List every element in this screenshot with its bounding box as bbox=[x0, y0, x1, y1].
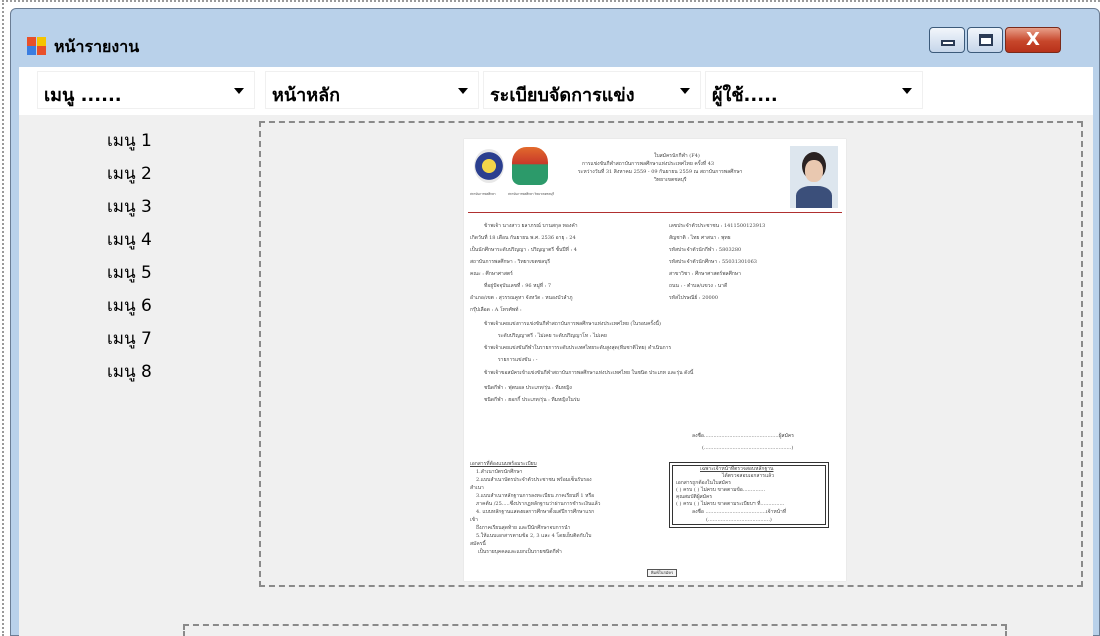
documents-line: 4. แบบหลักฐานแสดงผลการศึกษาตั้งแต่ปีการศ… bbox=[476, 509, 595, 515]
documents-line: 2.แบบสำเนาบัตรประจำตัวประชาชน พร้อมเซ็นร… bbox=[476, 477, 592, 483]
officer-line: ได้ตรวจสอบเอกสารแล้ว bbox=[722, 473, 775, 479]
sidebar-item-menu-3[interactable]: เมนู 3 bbox=[107, 193, 152, 220]
field-blood: กรุ๊ปเลือด : A โทรศัพท์ : bbox=[470, 307, 522, 313]
field-postal: รหัสไปรษณีย์ : 20000 bbox=[669, 295, 719, 301]
documents-heading: เอกสารที่ต้องแนบพร้อมระเบียบ bbox=[470, 461, 537, 467]
field-birth: เกิดวันที่ 18 เดือน กันยายน พ.ศ. 2536 อา… bbox=[470, 235, 576, 241]
minimize-button[interactable] bbox=[929, 27, 965, 53]
field-athlete-id: รหัสประจำตัวนักกีฬา : 5803280 bbox=[669, 247, 742, 253]
app-icon bbox=[27, 37, 47, 55]
menu-dropdown-label: เมนู ...... bbox=[44, 85, 122, 106]
national-heading: ข้าพเจ้าเคยแข่งขันกีฬาในรายการระดับประเท… bbox=[484, 345, 672, 351]
logo-caption-right: สถาบันการพลศึกษา วิทยาเขตชลบุรี bbox=[508, 192, 555, 196]
documents-line: 3.แบบสำเนาหลักฐานการลงทะเบียน ภาคเรียนที… bbox=[476, 493, 595, 499]
sidebar-item-menu-2[interactable]: เมนู 2 bbox=[107, 160, 152, 187]
sidebar-item-menu-4[interactable]: เมนู 4 bbox=[107, 226, 152, 253]
report-window: หน้ารายงาน X เมนู ...... หน้าหลัก ระเบีย… bbox=[10, 8, 1100, 636]
campus-emblem-icon bbox=[512, 147, 548, 185]
chevron-down-icon bbox=[902, 88, 912, 94]
menu-dropdown-label: ผู้ใช้..... bbox=[712, 85, 778, 106]
sport-row-1: ชนิดกีฬา : ฟุตบอล ประเภท/รุ่น : ทีมหญิง bbox=[484, 385, 572, 391]
officer-line: ลงชื่อ .................................… bbox=[692, 509, 787, 515]
officer-line: ( ) ครบ ( ) ไม่ครบ ขาดตามระเบียบฯ ที่...… bbox=[676, 501, 785, 507]
field-address: ที่อยู่ปัจจุบันเลขที่ : 96 หมู่ที่ : 7 bbox=[484, 283, 552, 289]
menu-dropdown-rules[interactable]: ระเบียบจัดการแข่ง bbox=[483, 71, 701, 109]
close-button[interactable]: X bbox=[1005, 27, 1061, 53]
client-area: เมนู ...... หน้าหลัก ระเบียบจัดการแข่ง ผ… bbox=[19, 67, 1093, 636]
doc-subtitle-3: วิทยาเขตชลบุรี bbox=[654, 177, 687, 183]
field-institute: สถาบันการพลศึกษา : วิทยาเขตชลบุรี bbox=[470, 259, 551, 265]
documents-line: เข้า bbox=[470, 517, 478, 523]
institute-seal-icon bbox=[474, 149, 504, 183]
officer-box: เฉพาะเจ้าหน้าที่ตรวจสอบหลักฐาน ได้ตรวจสอ… bbox=[669, 462, 829, 528]
history-heading: ข้าพเจ้าเคยแข่งการแข่งขันกีฬาสถาบันการพล… bbox=[484, 321, 661, 327]
documents-line: ภาคต้น /25.....ซึ่งปรากฏหลักฐานว่าผ่านกา… bbox=[476, 501, 601, 507]
application-form-page: สถาบันการพลศึกษา สถาบันการพลศึกษา วิทยาเ… bbox=[464, 139, 846, 581]
doc-subtitle-1: การแข่งขันกีฬาสถาบันการพลศึกษาแห่งประเทศ… bbox=[582, 161, 715, 167]
field-district: อำเภอ/เขต : สุวรรณคูหา จังหวัด : หนองบัว… bbox=[470, 295, 573, 301]
header-divider bbox=[468, 212, 842, 213]
officer-heading: เฉพาะเจ้าหน้าที่ตรวจสอบหลักฐาน bbox=[700, 466, 774, 472]
sidebar-item-menu-7[interactable]: เมนู 7 bbox=[107, 325, 152, 352]
menu-dropdown-label: หน้าหลัก bbox=[272, 85, 341, 106]
field-faculty: คณะ : ศึกษาศาสตร์ bbox=[470, 271, 513, 277]
logo-caption-left: สถาบันการพลศึกษา bbox=[470, 192, 496, 196]
close-icon: X bbox=[1026, 29, 1040, 50]
chevron-down-icon bbox=[234, 88, 244, 94]
report-viewer[interactable]: สถาบันการพลศึกษา สถาบันการพลศึกษา วิทยาเ… bbox=[259, 121, 1083, 587]
sidebar-item-menu-6[interactable]: เมนู 6 bbox=[107, 292, 152, 319]
documents-line: 5.ให้แนบเอกสารตามข้อ 2, 3 และ 4 โดยเย็บต… bbox=[476, 533, 592, 539]
field-road: ถนน : - ตำบล/แขวง : นาดี bbox=[669, 283, 728, 289]
print-form-button[interactable]: พิมพ์ใบสมัคร bbox=[647, 569, 677, 577]
documents-line: สมัครนี้ bbox=[470, 541, 486, 547]
sidebar-item-menu-8[interactable]: เมนู 8 bbox=[107, 358, 152, 385]
history-levels: ระดับปริญญาตรี : ไม่เคย ระดับปริญญาโท : … bbox=[498, 333, 607, 339]
documents-line: ถึงภาคเรียนสุดท้าย และปีนักศึกษาจบการนำ bbox=[476, 525, 571, 531]
menu-dropdown-user[interactable]: ผู้ใช้..... bbox=[705, 71, 923, 109]
sidebar: เมนู 1 เมนู 2 เมนู 3 เมนู 4 เมนู 5 เมนู … bbox=[19, 115, 249, 415]
applicant-signature: ลงชื่อ..................................… bbox=[692, 433, 794, 439]
field-major: สาขาวิชา : ศึกษาศาสตร์พลศึกษา bbox=[669, 271, 741, 277]
sidebar-item-menu-5[interactable]: เมนู 5 bbox=[107, 259, 152, 286]
title-bar[interactable]: หน้ารายงาน X bbox=[11, 9, 1099, 67]
officer-line: คุณสมบัติผู้สมัคร bbox=[676, 494, 713, 500]
field-student-id: รหัสประจำตัวนักศึกษา : 55031301063 bbox=[669, 259, 757, 265]
applicant-photo bbox=[790, 146, 838, 208]
documents-line: สำเนา bbox=[470, 485, 484, 491]
documents-line: เป็นรายบุคคลและแยกเป็นรายชนิดกีฬา bbox=[478, 549, 562, 555]
minimize-icon bbox=[941, 40, 955, 46]
menu-dropdown-home[interactable]: หน้าหลัก bbox=[265, 71, 479, 109]
menu-dropdown-menu[interactable]: เมนู ...... bbox=[37, 71, 255, 109]
field-name: ข้าพเจ้า นางสาว ยลาภรณ์ บานสกุล ทองคำ bbox=[484, 223, 578, 229]
field-nationality: สัญชาติ : ไทย ศาสนา : พุทธ bbox=[669, 235, 731, 241]
chevron-down-icon bbox=[680, 88, 690, 94]
field-degree: เป็นนักศึกษาระดับปริญญา : ปริญญาตรี ชั้น… bbox=[470, 247, 577, 253]
sidebar-item-menu-1[interactable]: เมนู 1 bbox=[107, 127, 152, 154]
field-citizen-id: เลขประจำตัวประชาชน : 1411500123913 bbox=[669, 223, 766, 229]
sport-row-2: ชนิดกีฬา : ฮอกกี้ ประเภท/รุ่น : ทีมหญิงใ… bbox=[484, 397, 580, 403]
maximize-button[interactable] bbox=[967, 27, 1003, 53]
menu-bar: เมนู ...... หน้าหลัก ระเบียบจัดการแข่ง ผ… bbox=[19, 67, 1093, 115]
documents-line: 1.สำเนาบัตรนักศึกษา bbox=[476, 469, 523, 475]
officer-line: (.......................................… bbox=[706, 517, 772, 523]
doc-title: ใบสมัครนักกีฬา (F4) bbox=[654, 153, 700, 159]
competition-list: รายการแข่งขัน : - bbox=[498, 357, 538, 363]
doc-subtitle-2: ระหว่างวันที่ 31 สิงหาคม 2559 - 09 กันยา… bbox=[578, 169, 743, 175]
menu-dropdown-label: ระเบียบจัดการแข่ง bbox=[490, 85, 635, 106]
officer-line: ( ) ครบ ( ) ไม่ครบ ขาดตามข้อ............… bbox=[676, 487, 766, 493]
bottom-placeholder-panel bbox=[183, 624, 1007, 636]
chevron-down-icon bbox=[458, 88, 468, 94]
window-title: หน้ารายงาน bbox=[54, 37, 140, 56]
maximize-icon bbox=[979, 34, 993, 46]
officer-line: เอกสารถูกต้องในใบสมัคร bbox=[676, 480, 731, 486]
apply-statement: ข้าพเจ้าขอสมัครเข้าแข่งขันกีฬาสถาบันการพ… bbox=[484, 370, 694, 376]
applicant-signature-name: (.......................................… bbox=[702, 445, 794, 451]
